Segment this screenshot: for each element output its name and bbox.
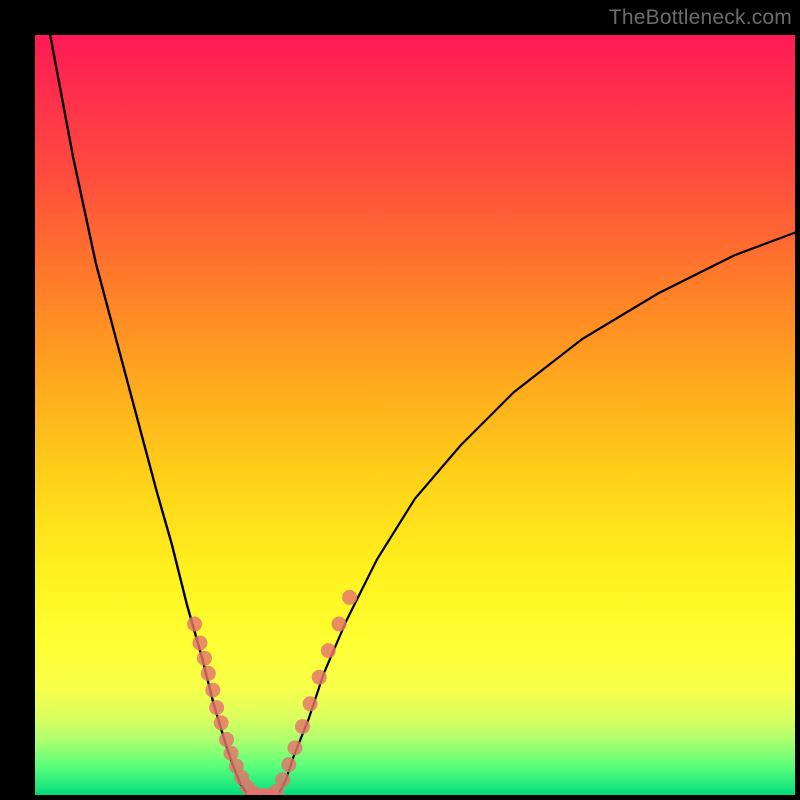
data-marker <box>201 666 216 681</box>
watermark-text: TheBottleneck.com <box>609 6 792 30</box>
data-marker <box>295 719 310 734</box>
left-curve <box>50 35 248 795</box>
data-marker <box>287 740 302 755</box>
data-marker <box>197 651 212 666</box>
data-marker <box>224 746 239 761</box>
data-marker <box>219 732 234 747</box>
chart-frame: TheBottleneck.com <box>0 0 800 800</box>
data-marker <box>209 700 224 715</box>
data-marker <box>342 590 357 605</box>
data-marker <box>214 715 229 730</box>
data-marker <box>192 636 207 651</box>
data-marker <box>321 643 336 658</box>
data-marker <box>275 772 290 787</box>
data-marker <box>303 696 318 711</box>
right-curve <box>278 233 795 795</box>
data-marker <box>312 670 327 685</box>
data-marker <box>281 757 296 772</box>
plot-area <box>35 35 795 795</box>
marker-layer <box>187 590 357 795</box>
data-marker <box>205 683 220 698</box>
data-marker <box>187 617 202 632</box>
curve-layer <box>35 35 795 795</box>
data-marker <box>332 617 347 632</box>
